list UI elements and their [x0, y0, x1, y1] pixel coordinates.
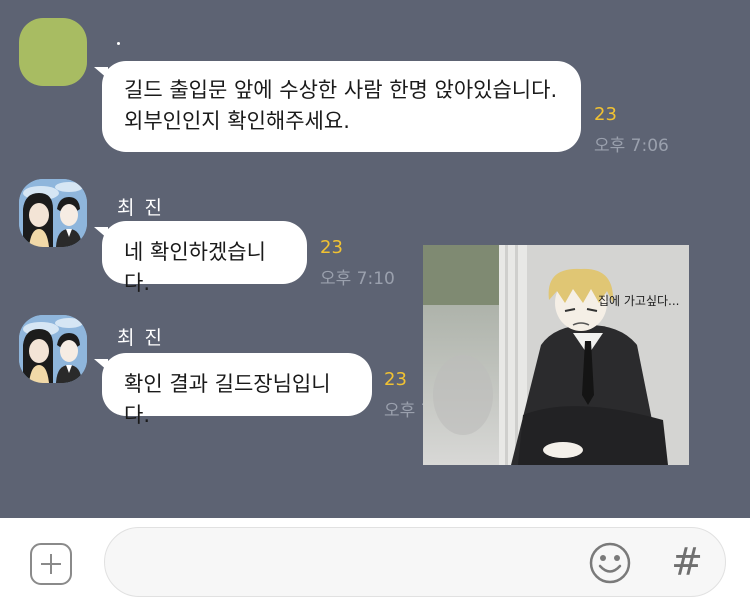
message-input[interactable] — [104, 527, 726, 597]
message-time: 오후 7:06 — [594, 136, 669, 156]
plus-icon[interactable] — [30, 543, 72, 585]
message-bubble[interactable]: 네 확인하겠습니다. — [94, 221, 307, 295]
chat-area[interactable]: 길드 출입문 앞에 수상한 사람 한명 앉아있습니다. 외부인인지 확인해주세요… — [0, 0, 750, 518]
avatar[interactable] — [19, 179, 87, 247]
sender-name: 최 진 — [117, 327, 164, 349]
unread-count: 23 — [320, 237, 343, 258]
avatar-image — [19, 315, 87, 383]
sender-name: 최 진 — [117, 197, 164, 219]
emoji-icon[interactable] — [588, 541, 632, 585]
message-text: 길드 출입문 앞에 수상한 사람 한명 앉아있습니다. — [124, 78, 558, 102]
unread-count: 23 — [594, 104, 617, 125]
message-text: 네 확인하겠습니다. — [124, 240, 266, 295]
avatar[interactable] — [19, 315, 87, 383]
message-text: 외부인인지 확인해주세요. — [124, 109, 350, 133]
hash-icon[interactable]: # — [665, 540, 709, 584]
message-text: 확인 결과 길드장님입니다. — [124, 372, 331, 427]
bubble-tail — [94, 227, 108, 239]
bubble-tail — [94, 67, 108, 79]
avatar[interactable] — [19, 18, 87, 86]
sticker-illustration: 집에 가고싶다... — [423, 245, 689, 465]
avatar-image — [19, 179, 87, 247]
sticker-image[interactable]: 집에 가고싶다... — [423, 245, 689, 465]
bubble-tail — [94, 359, 108, 371]
message-bubble[interactable]: 확인 결과 길드장님입니다. — [94, 353, 372, 427]
message-bubble[interactable]: 길드 출입문 앞에 수상한 사람 한명 앉아있습니다. 외부인인지 확인해주세요… — [94, 61, 581, 152]
unread-count: 23 — [384, 369, 407, 390]
sender-name — [117, 42, 120, 45]
sticker-caption: 집에 가고싶다... — [598, 294, 680, 308]
message-time: 오후 7:10 — [320, 269, 395, 289]
